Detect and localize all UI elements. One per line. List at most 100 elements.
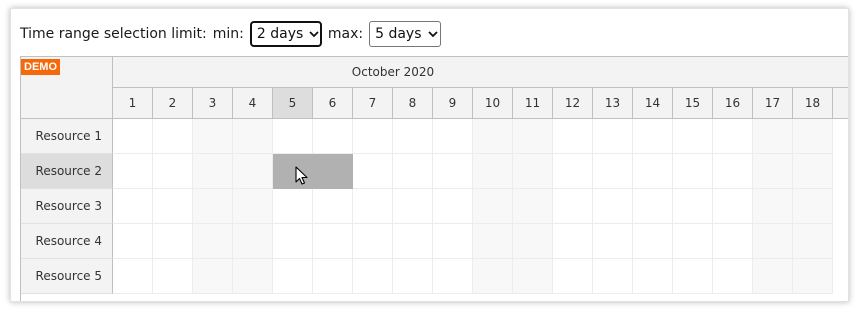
- grid-cell[interactable]: [273, 224, 313, 259]
- grid-cell[interactable]: [753, 119, 793, 154]
- grid-cell[interactable]: [193, 119, 233, 154]
- day-header-5[interactable]: 5: [273, 88, 313, 118]
- grid-cell[interactable]: [233, 224, 273, 259]
- grid-cell[interactable]: [113, 154, 153, 189]
- grid-cell[interactable]: [433, 119, 473, 154]
- day-header-10[interactable]: 10: [473, 88, 513, 118]
- grid-cell[interactable]: [713, 119, 753, 154]
- grid-cell[interactable]: [393, 224, 433, 259]
- grid-cell[interactable]: [673, 259, 713, 294]
- grid-cell[interactable]: [353, 224, 393, 259]
- grid-cell[interactable]: [393, 259, 433, 294]
- day-header-8[interactable]: 8: [393, 88, 433, 118]
- grid-cell[interactable]: [353, 259, 393, 294]
- grid-cell[interactable]: [713, 224, 753, 259]
- grid-cell[interactable]: [113, 224, 153, 259]
- grid-cell[interactable]: [113, 259, 153, 294]
- grid-cell[interactable]: [153, 154, 193, 189]
- grid-cell[interactable]: [513, 119, 553, 154]
- grid-cell[interactable]: [393, 154, 433, 189]
- grid-cell[interactable]: [673, 189, 713, 224]
- grid-cell[interactable]: [553, 224, 593, 259]
- resource-row-header[interactable]: Resource 5: [21, 259, 113, 294]
- grid-cell[interactable]: [273, 119, 313, 154]
- grid-cell[interactable]: [633, 224, 673, 259]
- day-header-7[interactable]: 7: [353, 88, 393, 118]
- grid-cell[interactable]: [313, 119, 353, 154]
- grid-cell[interactable]: [593, 154, 633, 189]
- grid-cell[interactable]: [513, 189, 553, 224]
- grid-cell[interactable]: [713, 154, 753, 189]
- grid-cell[interactable]: [473, 119, 513, 154]
- grid-cell[interactable]: [513, 259, 553, 294]
- grid-cell[interactable]: [713, 259, 753, 294]
- grid-cell[interactable]: [193, 154, 233, 189]
- grid-cell[interactable]: [673, 224, 713, 259]
- min-days-select[interactable]: 2 days: [249, 21, 322, 47]
- grid-cell[interactable]: [313, 189, 353, 224]
- grid-cell[interactable]: [473, 224, 513, 259]
- resource-row-header[interactable]: Resource 4: [21, 224, 113, 259]
- grid-cell[interactable]: [153, 224, 193, 259]
- resource-row-header[interactable]: Resource 3: [21, 189, 113, 224]
- grid-cell[interactable]: [473, 154, 513, 189]
- grid-cell[interactable]: [753, 259, 793, 294]
- grid-cell[interactable]: [553, 189, 593, 224]
- grid-cell[interactable]: [753, 154, 793, 189]
- grid-cell[interactable]: [553, 119, 593, 154]
- max-days-select[interactable]: 5 days: [369, 21, 442, 47]
- day-header-11[interactable]: 11: [513, 88, 553, 118]
- day-header-9[interactable]: 9: [433, 88, 473, 118]
- grid-cell[interactable]: [513, 154, 553, 189]
- grid-cell[interactable]: [793, 119, 833, 154]
- grid-cell[interactable]: [793, 224, 833, 259]
- grid-cell[interactable]: [233, 189, 273, 224]
- grid-cell[interactable]: [193, 224, 233, 259]
- grid-cell[interactable]: [513, 224, 553, 259]
- grid-cell[interactable]: [353, 119, 393, 154]
- grid-cell[interactable]: [633, 119, 673, 154]
- grid-cell[interactable]: [153, 189, 193, 224]
- day-header-18[interactable]: 18: [793, 88, 833, 118]
- grid-cell[interactable]: [633, 154, 673, 189]
- grid-cell[interactable]: [793, 259, 833, 294]
- day-header-14[interactable]: 14: [633, 88, 673, 118]
- day-header-16[interactable]: 16: [713, 88, 753, 118]
- grid-cell[interactable]: [153, 119, 193, 154]
- time-range-selection[interactable]: [273, 154, 353, 189]
- grid-cell[interactable]: [433, 259, 473, 294]
- day-header-3[interactable]: 3: [193, 88, 233, 118]
- grid-cell[interactable]: [593, 259, 633, 294]
- day-header-1[interactable]: 1: [113, 88, 153, 118]
- grid-cell[interactable]: [113, 189, 153, 224]
- grid-cell[interactable]: [273, 189, 313, 224]
- grid-cell[interactable]: [353, 189, 393, 224]
- grid-cell[interactable]: [633, 259, 673, 294]
- grid-cell[interactable]: [473, 259, 513, 294]
- grid-cell[interactable]: [113, 119, 153, 154]
- grid-cell[interactable]: [353, 154, 393, 189]
- grid-cell[interactable]: [753, 224, 793, 259]
- day-header-4[interactable]: 4: [233, 88, 273, 118]
- grid-cell[interactable]: [233, 119, 273, 154]
- day-header-12[interactable]: 12: [553, 88, 593, 118]
- resource-row-header[interactable]: Resource 2: [21, 154, 113, 189]
- day-header-6[interactable]: 6: [313, 88, 353, 118]
- day-header-15[interactable]: 15: [673, 88, 713, 118]
- grid-cell[interactable]: [193, 189, 233, 224]
- grid-cell[interactable]: [793, 189, 833, 224]
- grid-cell[interactable]: [193, 259, 233, 294]
- day-header-17[interactable]: 17: [753, 88, 793, 118]
- grid-cell[interactable]: [233, 259, 273, 294]
- grid-cell[interactable]: [433, 189, 473, 224]
- grid-cell[interactable]: [753, 189, 793, 224]
- day-header-13[interactable]: 13: [593, 88, 633, 118]
- grid-cell[interactable]: [593, 224, 633, 259]
- grid-cell[interactable]: [713, 189, 753, 224]
- grid-cell[interactable]: [633, 189, 673, 224]
- grid-cell[interactable]: [793, 154, 833, 189]
- grid-cell[interactable]: [393, 189, 433, 224]
- grid-cell[interactable]: [273, 259, 313, 294]
- grid-cell[interactable]: [593, 119, 633, 154]
- grid-cell[interactable]: [473, 189, 513, 224]
